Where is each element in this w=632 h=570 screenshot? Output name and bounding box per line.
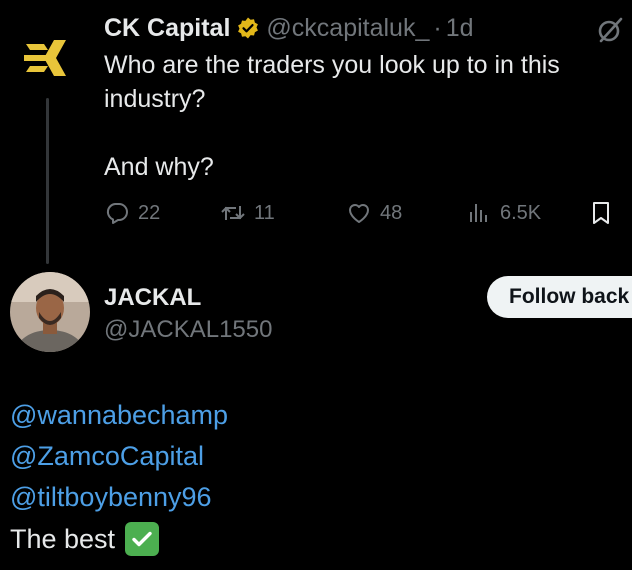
tweet-text: Who are the traders you look up to in th… [104,51,560,181]
author-handle[interactable]: @ckcapitaluk_ [266,14,429,43]
retweet-count: 11 [254,201,275,224]
grok-icon[interactable] [596,16,624,44]
separator-dot: · [433,13,442,42]
reply-text-line: The best [10,522,160,556]
bookmark-button[interactable] [588,196,622,230]
reply-button[interactable]: 22 [104,196,160,230]
views-button[interactable]: 6.5K [466,196,541,230]
tweet-timestamp[interactable]: 1d [446,14,474,43]
mention-link[interactable]: @ZamcoCapital [10,441,204,472]
like-button[interactable]: 48 [346,196,402,230]
views-icon [470,204,487,222]
reply-count: 22 [138,201,161,224]
follow-back-button[interactable]: Follow back [487,276,632,318]
reply-last-line: The best [10,523,116,554]
bookmark-icon [593,202,609,224]
tweet-action-bar: 22 11 48 6.5K [104,196,624,230]
reply-icon [106,203,128,224]
thread-connector-line [46,98,49,264]
like-icon [349,204,369,223]
retweet-button[interactable]: 11 [220,196,275,230]
tweet-header: CK Capital @ckcapitaluk_ · 1d [104,12,474,44]
mention-link[interactable]: @wannabechamp [10,400,228,431]
verified-badge-icon[interactable] [236,16,260,40]
author-name[interactable]: CK Capital [104,14,230,43]
like-count: 48 [380,201,403,224]
check-mark-emoji [125,522,160,556]
ck-logo-icon[interactable] [18,28,78,88]
retweet-icon [221,206,245,220]
reply-author-name[interactable]: JACKAL [104,284,201,312]
avatar[interactable] [10,272,90,352]
reply-author-handle[interactable]: @JACKAL1550 [104,316,272,344]
views-count: 6.5K [500,201,542,224]
mention-link[interactable]: @tiltboybenny96 [10,482,212,513]
